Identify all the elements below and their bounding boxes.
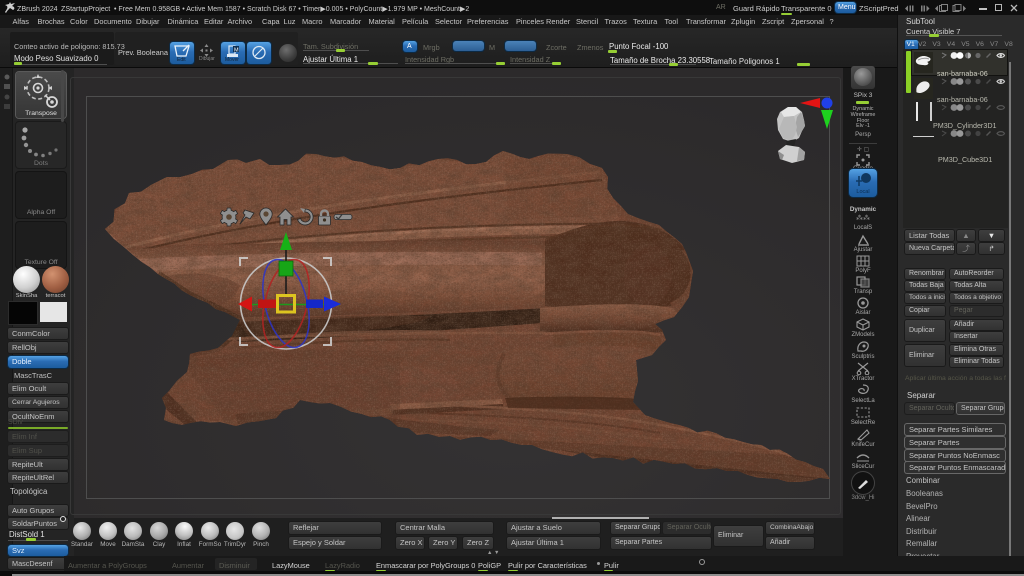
svg-text:M: M bbox=[234, 47, 239, 53]
